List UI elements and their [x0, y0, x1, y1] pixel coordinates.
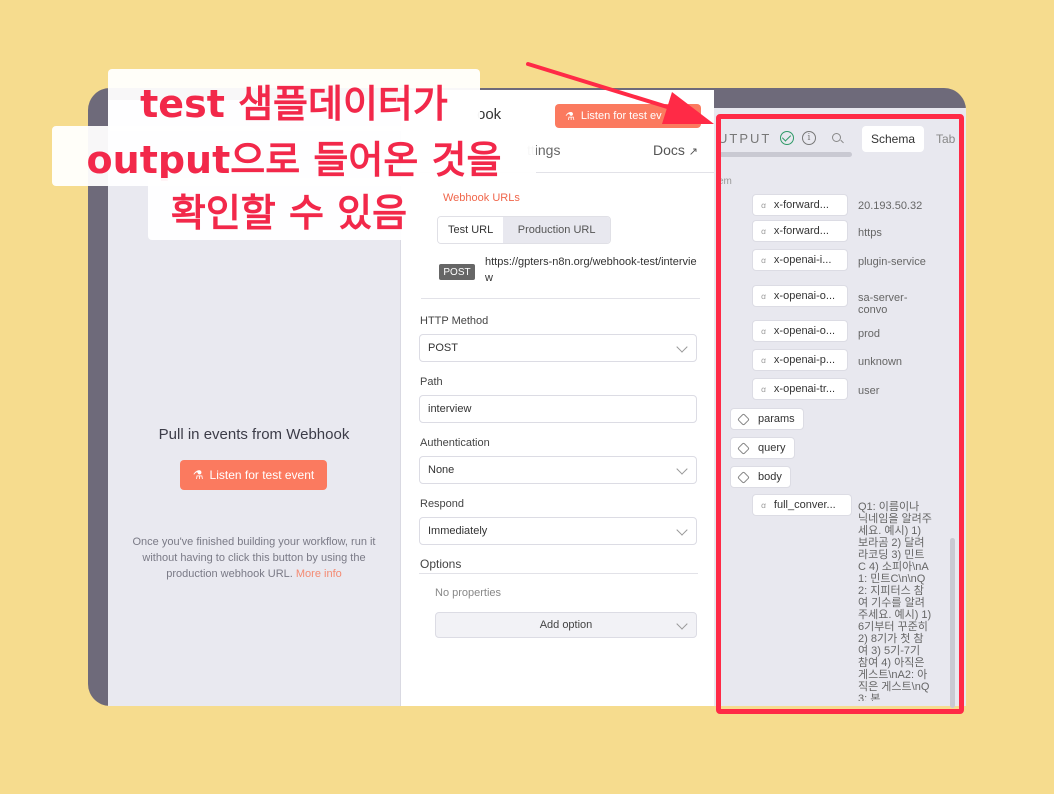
annotation-arrow-icon [526, 62, 714, 124]
